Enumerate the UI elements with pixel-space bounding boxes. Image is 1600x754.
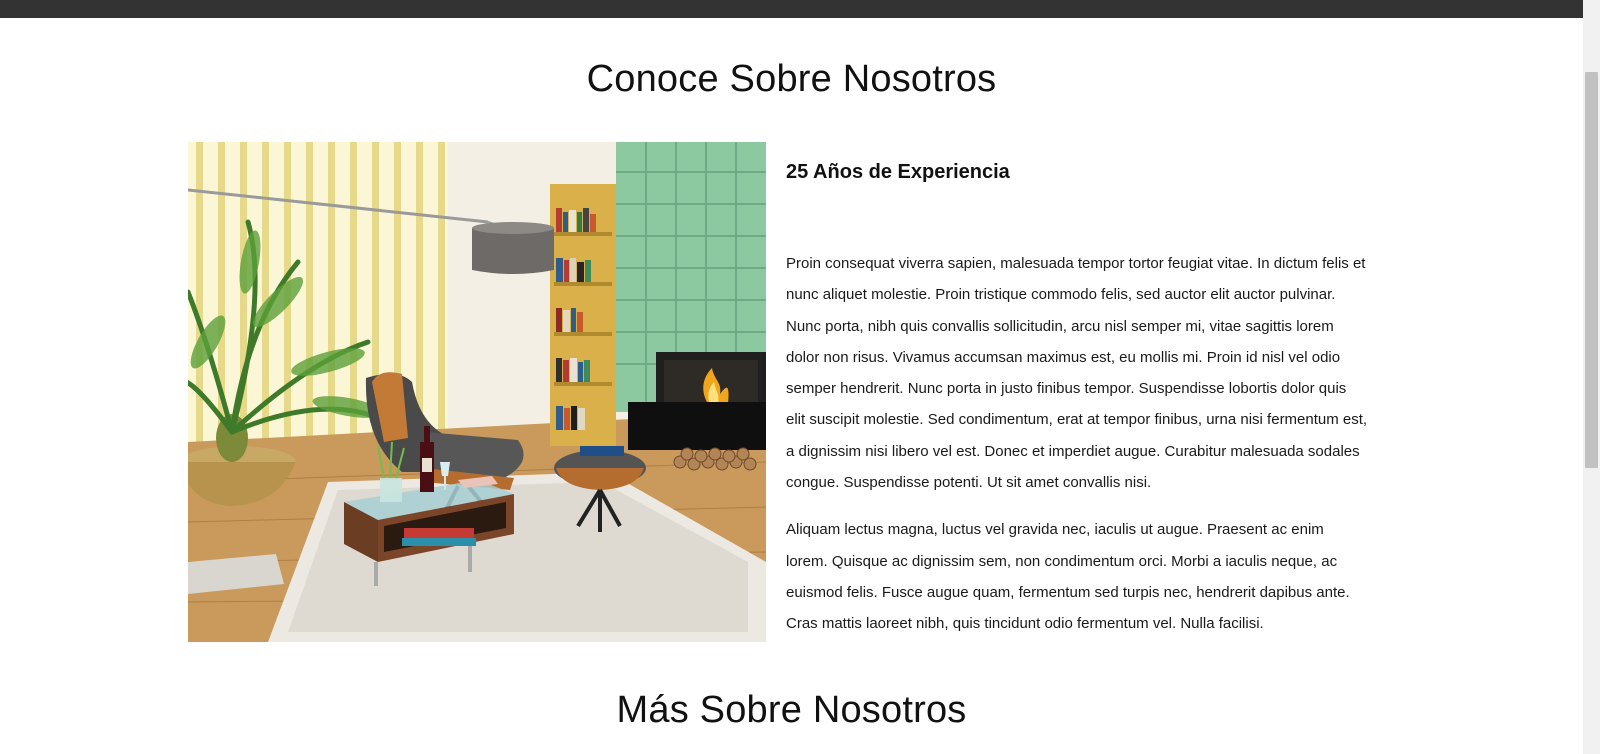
about-paragraph-1: Proin consequat viverra sapien, malesuad… xyxy=(786,255,1368,492)
more-about-section-title: Más Sobre Nosotros xyxy=(616,689,967,731)
about-paragraph-2: Aliquam lectus magna, luctus vel gravida… xyxy=(786,521,1350,633)
about-text-block: 25 Años de Experiencia Proin consequat v… xyxy=(786,152,1368,656)
page-viewport: Conoce Sobre Nosotros 25 Años de Experie… xyxy=(0,0,1600,754)
top-navigation-bar xyxy=(0,0,1583,18)
about-section-title: Conoce Sobre Nosotros xyxy=(586,58,997,100)
living-room-photo xyxy=(188,142,766,642)
scrollbar-thumb[interactable] xyxy=(1585,72,1598,468)
vertical-scrollbar[interactable] xyxy=(1583,0,1600,754)
experience-heading: 25 Años de Experiencia xyxy=(786,161,1010,183)
